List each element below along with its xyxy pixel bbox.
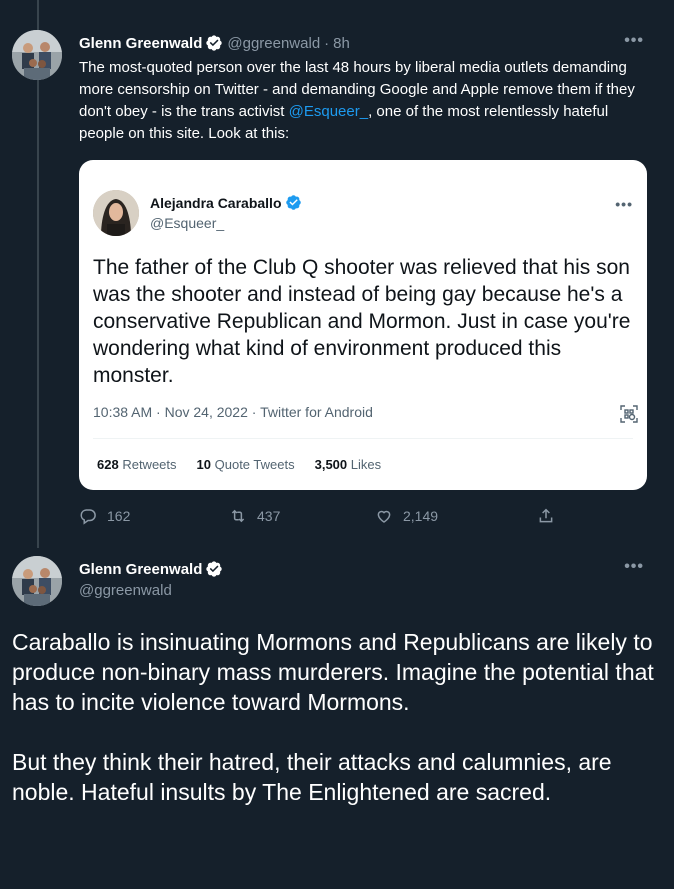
likes-stat: 3,500 Likes — [315, 457, 382, 472]
retweets-label: Retweets — [122, 457, 177, 472]
retweets-count: 628 — [97, 457, 119, 472]
verified-badge-icon — [285, 194, 303, 212]
more-options-icon: ••• — [615, 196, 633, 212]
retweet-count: 437 — [257, 508, 281, 524]
verified-badge-icon — [205, 34, 223, 52]
author-handle[interactable]: @ggreenwald — [79, 582, 172, 599]
avatar[interactable] — [12, 30, 62, 80]
separator-dot: · — [324, 34, 330, 52]
retweets-stat: 628 Retweets — [97, 457, 177, 472]
quote-tweets-label: Quote Tweets — [214, 457, 295, 472]
author-name[interactable]: Glenn Greenwald — [79, 561, 202, 578]
quote-tweets-stat: 10 Quote Tweets — [197, 457, 295, 472]
tweet-header: Glenn Greenwald @ggreenwald · 8h — [79, 33, 350, 53]
reply-button[interactable]: 162 — [79, 507, 130, 525]
heart-icon — [377, 510, 391, 523]
like-count: 2,149 — [403, 508, 439, 524]
more-options-icon[interactable]: ••• — [624, 32, 644, 50]
verified-badge-icon — [205, 560, 223, 578]
like-button[interactable]: 2,149 — [375, 507, 438, 525]
quote-tweets-count: 10 — [196, 457, 211, 472]
tweet-text: The most-quoted person over the last 48 … — [79, 57, 651, 145]
tweet-paragraph: But they think their hatred, their attac… — [12, 749, 612, 805]
quoted-tweet-stats: 628 Retweets 10 Quote Tweets 3,500 Likes — [97, 457, 381, 472]
likes-count: 3,500 — [314, 457, 348, 472]
divider — [93, 438, 633, 439]
author-handle[interactable]: @ggreenwald — [227, 35, 320, 52]
share-icon — [539, 508, 553, 523]
quoted-tweet-meta: 10:38 AM · Nov 24, 2022 · Twitter for An… — [93, 404, 373, 420]
quoted-tweet-text: The father of the Club Q shooter was rel… — [93, 256, 631, 387]
avatar[interactable] — [12, 556, 62, 606]
reply-count: 162 — [107, 508, 131, 524]
author-name-row: Glenn Greenwald — [79, 560, 227, 578]
qr-code-icon — [619, 404, 639, 424]
tweet-paragraph: Caraballo is insinuating Mormons and Rep… — [12, 629, 654, 715]
tweet-action-bar: 162 437 2,149 — [79, 507, 559, 527]
quoted-author-name-row: Alejandra Caraballo — [150, 194, 307, 212]
likes-label: Likes — [350, 457, 382, 472]
retweet-button[interactable]: 437 — [229, 507, 280, 525]
retweet-icon — [231, 509, 245, 523]
share-button[interactable] — [537, 507, 555, 525]
mention-link[interactable]: @Esqueer_ — [289, 103, 368, 120]
tweet-timestamp[interactable]: 8h — [333, 35, 350, 52]
tweet-text: Caraballo is insinuating Mormons and Rep… — [12, 627, 662, 807]
quoted-tweet-image[interactable]: Alejandra Caraballo @Esqueer_ ••• The fa… — [79, 160, 647, 490]
quoted-author-handle: @Esqueer_ — [150, 215, 225, 231]
quoted-avatar — [93, 190, 139, 236]
quoted-author-name: Alejandra Caraballo — [150, 195, 282, 211]
author-name[interactable]: Glenn Greenwald — [79, 35, 202, 52]
thread-connector-line — [37, 0, 39, 548]
reply-icon — [80, 509, 96, 525]
more-options-icon[interactable]: ••• — [624, 558, 644, 576]
